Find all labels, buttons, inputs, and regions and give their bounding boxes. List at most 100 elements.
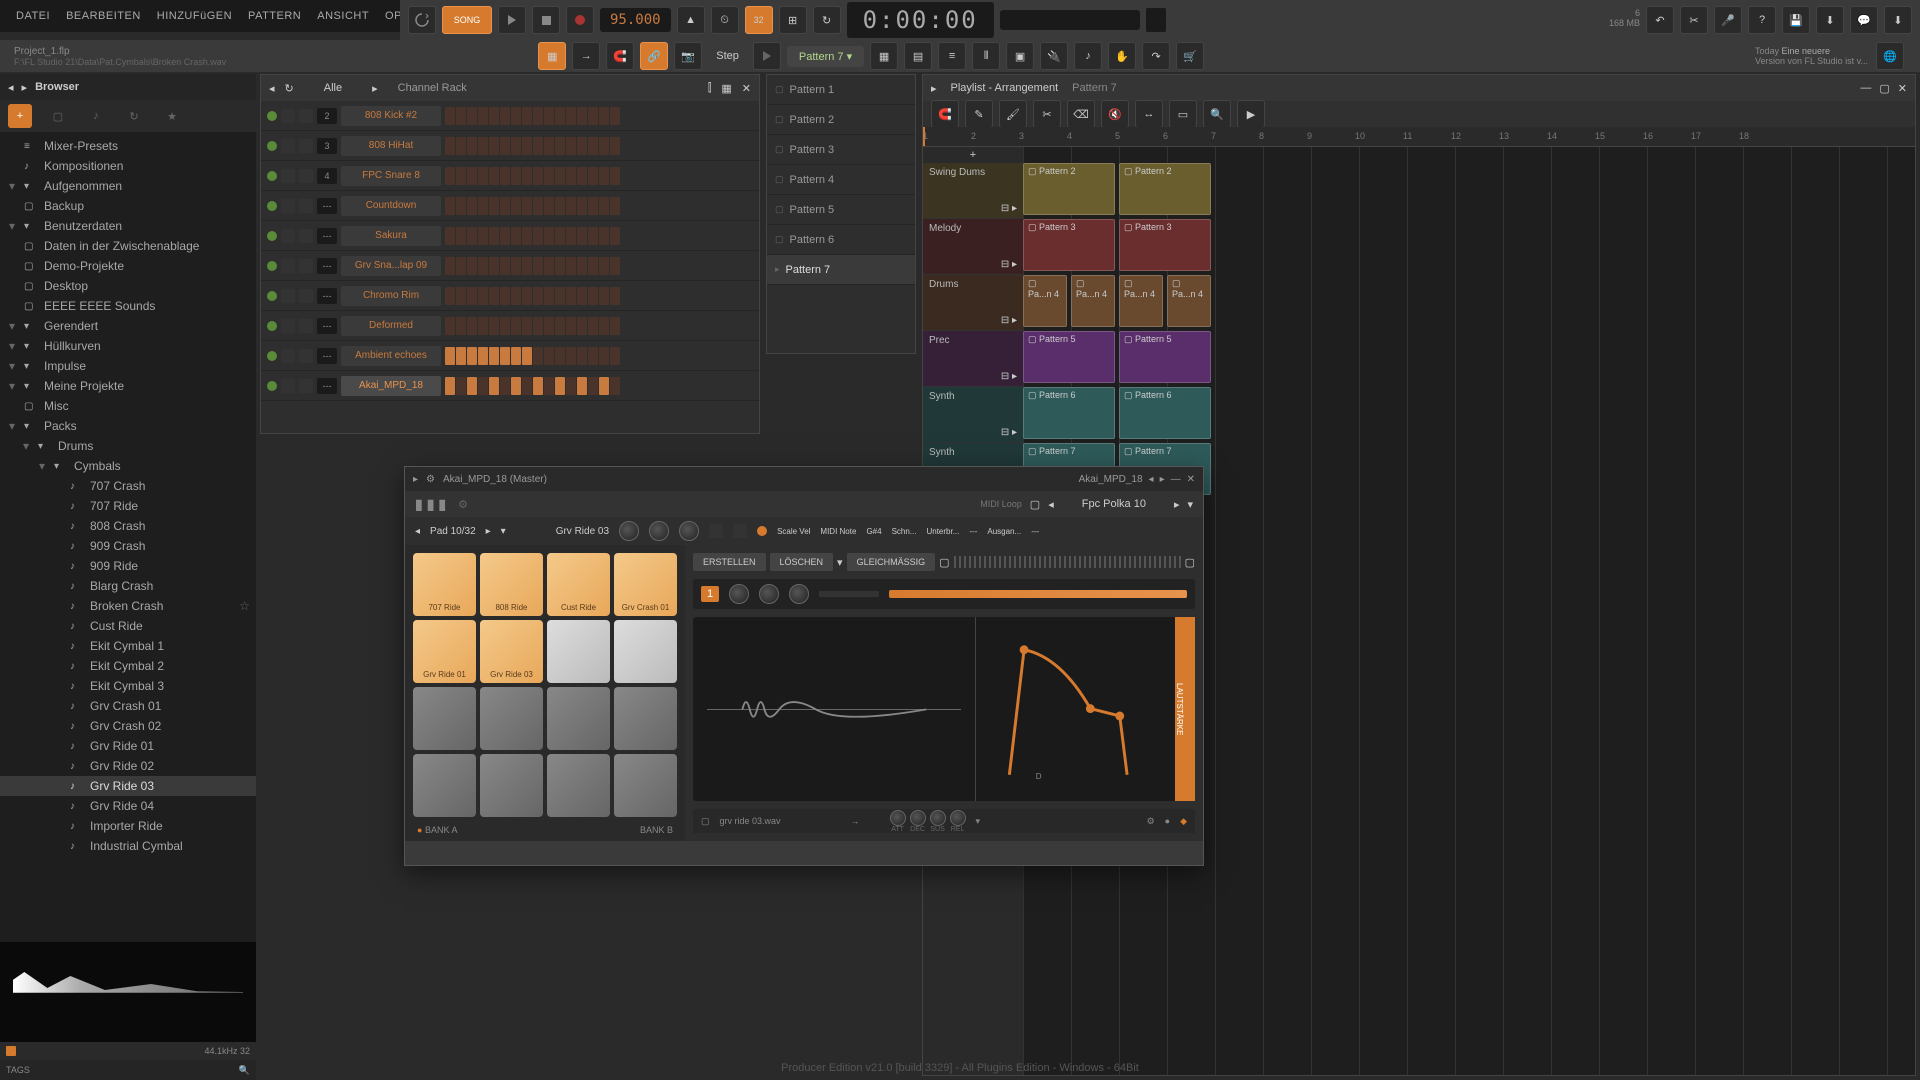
step-cell[interactable] <box>555 107 565 125</box>
channel-mute[interactable] <box>281 289 295 303</box>
tree-item[interactable]: ≡Mixer-Presets <box>0 136 256 156</box>
step-cell[interactable] <box>500 107 510 125</box>
step-cell[interactable] <box>511 137 521 155</box>
channel-solo[interactable] <box>299 109 313 123</box>
step-cell[interactable] <box>577 167 587 185</box>
close-all-icon[interactable]: ↷ <box>1142 42 1170 70</box>
vol-knob[interactable] <box>649 521 669 541</box>
playlist-clip[interactable]: ▢ Pattern 3 <box>1119 219 1211 271</box>
step-cell[interactable] <box>467 227 477 245</box>
env-knob-rel[interactable] <box>950 810 966 826</box>
step-cell[interactable] <box>467 107 477 125</box>
channel-solo[interactable] <box>299 349 313 363</box>
tree-item[interactable]: ▾▾Impulse <box>0 356 256 376</box>
step-cell[interactable] <box>588 167 598 185</box>
add-icon[interactable]: + <box>8 104 32 128</box>
playlist-clip[interactable]: ▢ Pa...n 4 <box>1023 275 1067 327</box>
step-cell[interactable] <box>445 347 455 365</box>
play-button[interactable] <box>498 6 526 34</box>
step-cell[interactable] <box>511 317 521 335</box>
midi-preset[interactable]: Fpc Polka 10 <box>1062 498 1166 510</box>
channel-led[interactable] <box>267 291 277 301</box>
channel-led[interactable] <box>267 231 277 241</box>
channel-solo[interactable] <box>299 379 313 393</box>
pl-zoom-icon[interactable]: 🔍 <box>1203 100 1231 128</box>
midi-dropdown-icon[interactable]: ▾ <box>1187 498 1193 511</box>
plugin-icon[interactable]: 🔌 <box>1040 42 1068 70</box>
step-cell[interactable] <box>445 287 455 305</box>
step-cell[interactable] <box>599 347 609 365</box>
step-cell[interactable] <box>467 167 477 185</box>
step-cell[interactable] <box>533 197 543 215</box>
step-cell[interactable] <box>478 257 488 275</box>
step-cell[interactable] <box>489 197 499 215</box>
metronome-icon[interactable]: ▲ <box>677 6 705 34</box>
mic-icon[interactable]: 🎤 <box>1714 6 1742 34</box>
menu-pattern[interactable]: PATTERN <box>240 5 309 27</box>
step-cell[interactable] <box>467 257 477 275</box>
playlist-clip[interactable]: ▢ Pa...n 4 <box>1071 275 1115 327</box>
step-cell[interactable] <box>467 137 477 155</box>
step-cell[interactable] <box>467 317 477 335</box>
fpc-pad[interactable] <box>547 620 610 683</box>
channel-solo[interactable] <box>299 319 313 333</box>
tools-icon[interactable]: ✂ <box>1680 6 1708 34</box>
expand-icon[interactable]: ▸ <box>22 81 28 94</box>
step-cell[interactable] <box>522 317 532 335</box>
channel-mute[interactable] <box>281 229 295 243</box>
track-header[interactable]: Melody⊟ ▸ <box>923 219 1023 275</box>
pad-name[interactable]: Grv Ride 03 <box>556 526 609 537</box>
cr-close-icon[interactable]: ✕ <box>742 82 751 95</box>
step-cell[interactable] <box>489 167 499 185</box>
link-icon[interactable]: 🔗 <box>640 42 668 70</box>
fpc-settings-icon[interactable]: ⚙ <box>458 498 468 511</box>
fpc-close-icon[interactable]: ✕ <box>1187 474 1195 485</box>
step-cell[interactable] <box>533 167 543 185</box>
channel-led[interactable] <box>267 201 277 211</box>
tree-item[interactable]: ♪Grv Ride 04 <box>0 796 256 816</box>
step-cell[interactable] <box>456 347 466 365</box>
step-cell[interactable] <box>478 347 488 365</box>
step-cell[interactable] <box>511 227 521 245</box>
step-cell[interactable] <box>555 197 565 215</box>
loop-icon[interactable]: ↻ <box>813 6 841 34</box>
cr-graph-icon[interactable]: ⫿ <box>708 82 712 95</box>
channel-led[interactable] <box>267 381 277 391</box>
wait-icon[interactable]: ⏲ <box>711 6 739 34</box>
step-cell[interactable] <box>544 137 554 155</box>
playlist-ruler[interactable]: 123456789101112131415161718 <box>923 127 1915 147</box>
step-cell[interactable] <box>588 107 598 125</box>
playlist-pattern[interactable]: Pattern 7 <box>1072 82 1117 94</box>
step-cell[interactable] <box>577 317 587 335</box>
step-cell[interactable] <box>610 197 620 215</box>
step-cell[interactable] <box>511 107 521 125</box>
step-cell[interactable] <box>478 167 488 185</box>
channel-slot[interactable]: --- <box>317 198 337 214</box>
pitch-knob[interactable] <box>679 521 699 541</box>
pl-icon[interactable]: ▦ <box>870 42 898 70</box>
pattern-item[interactable]: ▢Pattern 5 <box>767 195 915 225</box>
fpc-pad[interactable]: Grv Ride 03 <box>480 620 543 683</box>
step-cell[interactable] <box>610 377 620 395</box>
cr-menu-icon[interactable]: ▸ <box>372 82 378 95</box>
step-cell[interactable] <box>555 137 565 155</box>
step-cell[interactable] <box>599 257 609 275</box>
pl-menu-icon[interactable]: ▸ <box>931 82 937 95</box>
step-cell[interactable] <box>599 377 609 395</box>
fpc-pad[interactable]: Grv Crash 01 <box>614 553 677 616</box>
channel-mute[interactable] <box>281 199 295 213</box>
tree-item[interactable]: ▢Daten in der Zwischenablage <box>0 236 256 256</box>
sample-next-icon[interactable]: → <box>851 816 860 826</box>
midi-folder-icon[interactable]: ▢ <box>1030 498 1040 511</box>
bank-a-button[interactable]: BANK A <box>425 825 458 835</box>
channel-mute[interactable] <box>281 109 295 123</box>
folder-icon[interactable]: ▢ <box>46 104 70 128</box>
tree-item[interactable]: ▾▾Meine Projekte <box>0 376 256 396</box>
audio-icon[interactable]: ♪ <box>84 104 108 128</box>
channel-led[interactable] <box>267 171 277 181</box>
delete-tab[interactable]: LÖSCHEN <box>770 553 834 571</box>
step-cell[interactable] <box>489 317 499 335</box>
tab-end-icon[interactable]: ▢ <box>1185 556 1195 569</box>
step-cell[interactable] <box>500 257 510 275</box>
velocity-ruler[interactable] <box>954 556 1181 568</box>
